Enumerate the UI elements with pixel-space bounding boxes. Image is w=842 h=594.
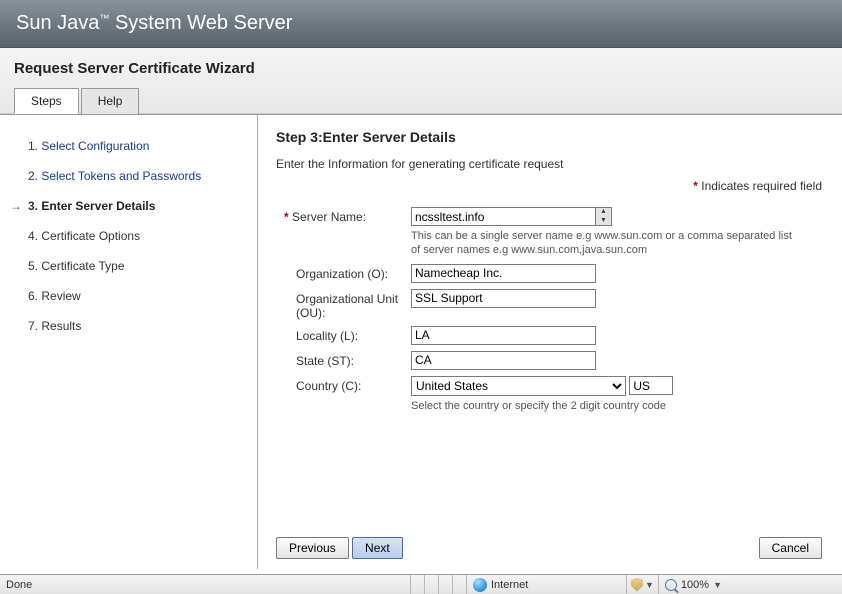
main-area: 1. Select Configuration 2. Select Tokens… bbox=[0, 114, 842, 569]
locality-input[interactable] bbox=[411, 326, 596, 345]
cancel-button[interactable]: Cancel bbox=[759, 537, 822, 559]
step-label: Select Configuration bbox=[41, 139, 149, 153]
step-label: Results bbox=[41, 319, 81, 333]
country-help: Select the country or specify the 2 digi… bbox=[411, 399, 801, 413]
row-org-unit: Organizational Unit (OU): bbox=[276, 289, 822, 320]
browser-status-bar: Done Internet ▼ 100% ▼ bbox=[0, 574, 842, 594]
asterisk-icon: * bbox=[693, 179, 698, 193]
row-server-name: Server Name: ▲ ▼ This can be a single se… bbox=[276, 207, 822, 258]
status-zoom[interactable]: 100% ▼ bbox=[658, 575, 728, 594]
trademark-icon: ™ bbox=[99, 13, 109, 24]
step-number: 4. bbox=[28, 229, 38, 243]
shield-icon bbox=[631, 578, 643, 592]
row-organization: Organization (O): bbox=[276, 264, 822, 283]
app-header: Sun Java™ System Web Server bbox=[0, 0, 842, 48]
state-input[interactable] bbox=[411, 351, 596, 370]
sidebar-tabs: Steps Help bbox=[0, 87, 842, 113]
organization-input[interactable] bbox=[411, 264, 596, 283]
step-item-5: 5. Certificate Type bbox=[10, 251, 247, 281]
row-country: Country (C): United States Select the co… bbox=[276, 376, 822, 413]
status-separator bbox=[438, 575, 452, 594]
row-state: State (ST): bbox=[276, 351, 822, 370]
internet-icon bbox=[473, 578, 487, 592]
step-number: 3. bbox=[28, 199, 38, 213]
label-locality: Locality (L): bbox=[276, 326, 411, 345]
label-server-name: Server Name: bbox=[276, 207, 411, 258]
step-number: 6. bbox=[28, 289, 38, 303]
org-unit-input[interactable] bbox=[411, 289, 596, 308]
step-item-1[interactable]: 1. Select Configuration bbox=[10, 131, 247, 161]
row-locality: Locality (L): bbox=[276, 326, 822, 345]
label-state: State (ST): bbox=[276, 351, 411, 370]
magnifier-icon bbox=[665, 579, 677, 591]
step-title: Step 3:Enter Server Details bbox=[276, 129, 822, 145]
country-code-input[interactable] bbox=[629, 376, 673, 395]
label-org-unit: Organizational Unit (OU): bbox=[276, 289, 411, 320]
previous-button[interactable]: Previous bbox=[276, 537, 349, 559]
step-number: 2. bbox=[28, 169, 38, 183]
step-label: Review bbox=[41, 289, 80, 303]
step-item-6: 6. Review bbox=[10, 281, 247, 311]
wizard-button-row: Previous Next Cancel bbox=[276, 519, 822, 559]
next-button[interactable]: Next bbox=[352, 537, 403, 559]
tab-help[interactable]: Help bbox=[81, 88, 140, 114]
server-name-help: This can be a single server name e.g www… bbox=[411, 229, 801, 258]
country-select[interactable]: United States bbox=[411, 376, 626, 396]
step-label: Select Tokens and Passwords bbox=[41, 169, 201, 183]
server-name-input[interactable] bbox=[411, 207, 596, 226]
step-number: 1. bbox=[28, 139, 38, 153]
chevron-down-icon[interactable]: ▼ bbox=[596, 217, 611, 226]
steps-sidebar: 1. Select Configuration 2. Select Tokens… bbox=[0, 115, 258, 569]
zoom-level: 100% bbox=[681, 579, 709, 591]
wizard-content: Step 3:Enter Server Details Enter the In… bbox=[258, 115, 842, 569]
step-item-2[interactable]: 2. Select Tokens and Passwords bbox=[10, 161, 247, 191]
step-label: Certificate Options bbox=[41, 229, 140, 243]
step-label: Enter Server Details bbox=[41, 199, 155, 213]
status-security[interactable]: ▼ bbox=[626, 575, 658, 594]
wizard-title: Request Server Certificate Wizard bbox=[0, 56, 842, 87]
step-number: 7. bbox=[28, 319, 38, 333]
app-title-pre: Sun Java bbox=[16, 12, 99, 34]
step-item-7: 7. Results bbox=[10, 311, 247, 341]
required-indicator-text: Indicates required field bbox=[701, 179, 822, 193]
step-description: Enter the Information for generating cer… bbox=[276, 157, 822, 171]
status-separator bbox=[424, 575, 438, 594]
required-indicator: * Indicates required field bbox=[276, 179, 822, 193]
tab-steps[interactable]: Steps bbox=[14, 88, 79, 114]
server-name-stepper[interactable]: ▲ ▼ bbox=[596, 207, 612, 226]
status-separator bbox=[410, 575, 424, 594]
status-zone[interactable]: Internet bbox=[466, 575, 626, 594]
step-number: 5. bbox=[28, 259, 38, 273]
app-title-post: System Web Server bbox=[109, 12, 292, 34]
step-item-3[interactable]: 3. Enter Server Details bbox=[10, 191, 247, 221]
status-zone-label: Internet bbox=[491, 579, 528, 591]
status-separator bbox=[452, 575, 466, 594]
chevron-down-icon: ▼ bbox=[713, 580, 722, 590]
step-item-4: 4. Certificate Options bbox=[10, 221, 247, 251]
label-country: Country (C): bbox=[276, 376, 411, 413]
label-organization: Organization (O): bbox=[276, 264, 411, 283]
chevron-down-icon: ▼ bbox=[645, 580, 654, 590]
step-label: Certificate Type bbox=[41, 259, 124, 273]
status-done: Done bbox=[0, 579, 410, 591]
wizard-subheader: Request Server Certificate Wizard Steps … bbox=[0, 48, 842, 114]
chevron-up-icon[interactable]: ▲ bbox=[596, 208, 611, 217]
